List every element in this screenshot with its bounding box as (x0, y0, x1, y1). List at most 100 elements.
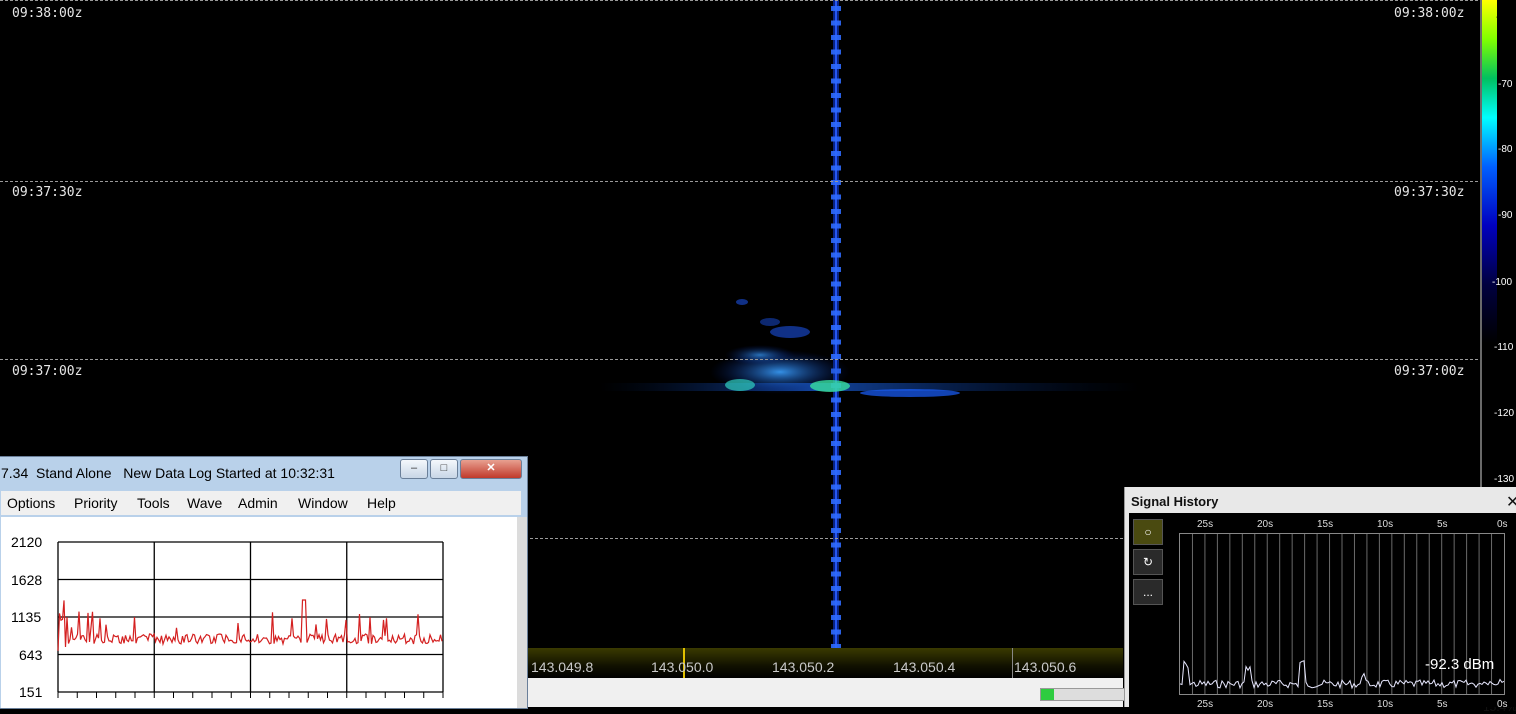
menu-wave[interactable]: Wave (187, 495, 222, 511)
frequency-label: 143.050.6 (1014, 659, 1077, 675)
time-gridline (0, 0, 1478, 1)
menu-help[interactable]: Help (367, 495, 396, 511)
y-axis-tick-label: 2120 (11, 534, 43, 550)
time-label-left: 09:37:30z (10, 185, 85, 200)
carrier-trace-segment (831, 397, 841, 403)
signal-history-time-tick: 0s (1497, 519, 1508, 530)
frequency-label: 143.050.4 (893, 659, 956, 675)
carrier-trace-segment (831, 470, 841, 475)
scale-tick: -100 (1492, 277, 1513, 288)
time-gridline (0, 181, 1478, 182)
carrier-trace-segment (831, 136, 841, 142)
signal-history-bottom-tick: 10s (1377, 699, 1394, 710)
signal-history-reset-button[interactable]: ↻ (1133, 549, 1163, 575)
signal-level-readout: -92.3 dBm (1425, 656, 1495, 673)
scale-tick: -110 (1494, 342, 1514, 353)
signal-history-close-icon[interactable]: ✕ (1506, 492, 1516, 512)
time-label-right: 09:37:30z (1392, 185, 1467, 200)
menu-options[interactable]: Options (7, 495, 55, 511)
signal-history-bottom-tick: 20s (1257, 699, 1274, 710)
carrier-trace-segment (831, 35, 841, 40)
window-title: 7.34 Stand Alone New Data Log Started at… (1, 465, 335, 481)
color-scale-border (1480, 0, 1482, 490)
carrier-trace-segment (831, 122, 841, 127)
frequency-tick (1012, 648, 1013, 678)
carrier-trace-segment (831, 441, 841, 446)
window-scrollbar[interactable] (517, 517, 527, 708)
scale-tick: -120 (1494, 408, 1515, 419)
signal-history-time-tick: 10s (1377, 519, 1394, 530)
frequency-label: 143.050.2 (772, 659, 835, 675)
carrier-trace-segment (831, 165, 841, 171)
color-scale: -60 -70 -80 -90 -100 -110 -120 -130 (1480, 0, 1516, 490)
window-minimize-button[interactable]: – (400, 459, 428, 479)
carrier-trace-segment (831, 325, 841, 330)
signal-history-bottom-tick: 5s (1437, 699, 1448, 710)
menu-window[interactable]: Window (298, 495, 348, 511)
carrier-trace-segment (831, 252, 841, 258)
menu-admin[interactable]: Admin (238, 495, 278, 511)
status-bar: CPU: 15.4% (527, 678, 1516, 714)
carrier-trace-segment (831, 93, 841, 98)
y-axis-tick-label: 1628 (11, 572, 43, 588)
data-log-chart-area: 2120 1628 1135 643 151 (1, 517, 517, 708)
carrier-trace-segment (831, 310, 841, 316)
signal-history-more-button[interactable]: ... (1133, 579, 1163, 605)
carrier-trace-segment (831, 615, 841, 620)
signal-history-time-tick: 15s (1317, 519, 1334, 530)
scale-tick: -70 (1498, 79, 1513, 90)
carrier-trace-segment (831, 600, 841, 606)
carrier-trace-segment (831, 484, 841, 490)
carrier-trace-segment (831, 571, 841, 577)
carrier-trace-segment (831, 586, 841, 591)
carrier-trace-segment (831, 267, 841, 272)
signal-history-panel: Signal History ✕ ○ ↻ ... 25s 20s 15s 10s… (1124, 487, 1516, 710)
window-close-button[interactable]: ✕ (460, 459, 522, 479)
cpu-usage-fill (1041, 689, 1054, 700)
carrier-trace-segment (831, 281, 841, 287)
data-log-window[interactable]: 7.34 Stand Alone New Data Log Started at… (0, 456, 528, 709)
signal-history-time-tick: 25s (1197, 519, 1214, 530)
signal-history-bottom-tick: 0s (1497, 699, 1508, 710)
scale-tick: -90 (1498, 210, 1513, 221)
time-label-left: 09:38:00z (10, 6, 85, 21)
frequency-label: 143.050.0 (651, 659, 714, 675)
scale-tick: -80 (1498, 144, 1513, 155)
y-axis-tick-label: 151 (19, 684, 43, 700)
carrier-trace-segment (831, 49, 841, 55)
carrier-trace-segment (831, 64, 841, 69)
time-label-right: 09:37:00z (1392, 364, 1467, 379)
carrier-trace-segment (831, 499, 841, 504)
menu-priority[interactable]: Priority (74, 495, 118, 511)
window-maximize-button[interactable]: □ (430, 459, 458, 479)
signal-history-body: ○ ↻ ... 25s 20s 15s 10s 5s 0s -92.3 dBm … (1129, 513, 1516, 710)
carrier-trace-segment (831, 194, 841, 200)
carrier-trace-segment (831, 629, 841, 635)
y-axis-tick-label: 643 (19, 647, 43, 663)
carrier-trace-segment (831, 339, 841, 345)
carrier-trace-segment (831, 151, 841, 156)
carrier-trace-segment (831, 238, 841, 243)
time-label-right: 09:38:00z (1392, 6, 1467, 21)
signal-history-bottom-tick: 15s (1317, 699, 1334, 710)
carrier-trace-segment (831, 557, 841, 562)
carrier-trace-segment (831, 223, 841, 229)
signal-history-bottom-tick: 25s (1197, 699, 1214, 710)
carrier-trace-segment (831, 412, 841, 417)
carrier-trace-segment (831, 513, 841, 519)
carrier-trace-segment (831, 296, 841, 301)
carrier-trace-segment (831, 455, 841, 461)
carrier-trace-segment (831, 542, 841, 548)
signal-history-record-button[interactable]: ○ (1133, 519, 1163, 545)
time-label-left: 09:37:00z (10, 364, 85, 379)
carrier-trace-segment (831, 528, 841, 533)
menu-tools[interactable]: Tools (137, 495, 170, 511)
y-axis-tick-label: 1135 (11, 609, 42, 625)
frequency-axis[interactable]: 143.049.8 143.050.0 143.050.2 143.050.4 … (527, 648, 1123, 678)
signal-history-title: Signal History (1131, 494, 1219, 509)
data-log-plot (57, 541, 444, 698)
carrier-trace-segment (831, 6, 841, 11)
carrier-trace-segment (831, 426, 841, 432)
carrier-trace-segment (831, 107, 841, 113)
scale-tick: -60 (1496, 12, 1511, 23)
